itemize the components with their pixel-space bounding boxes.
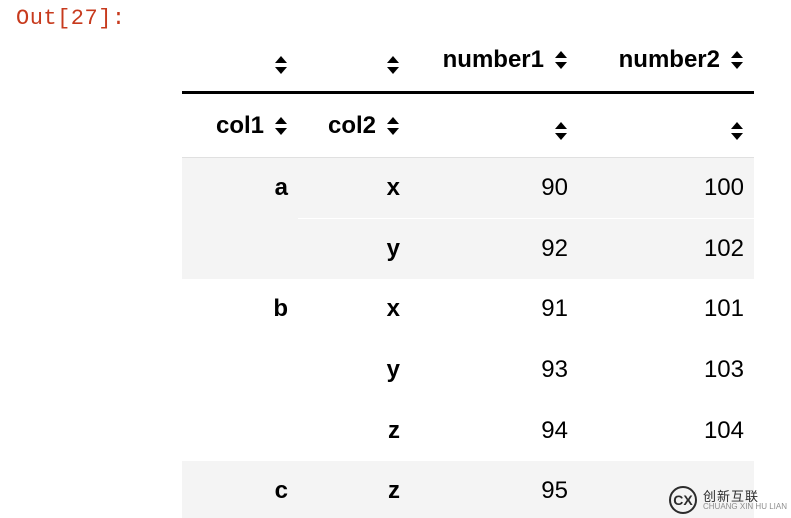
table-body: ax90100y92102bx91101y93103z94104cz95: [182, 158, 754, 518]
index-col1: c: [182, 461, 298, 518]
cell-number2: 100: [578, 158, 754, 219]
table-row: ax90100: [182, 158, 754, 219]
watermark-logo: CX: [669, 486, 697, 514]
cell-number2: 102: [578, 219, 754, 280]
dataframe-table: number1 number2 col1 col2: [182, 28, 754, 518]
cell-number2: 101: [578, 279, 754, 340]
index-col1: a: [182, 158, 298, 219]
index-col1: [182, 401, 298, 462]
header-number1[interactable]: number1: [410, 28, 578, 93]
watermark-title: 创新互联: [703, 490, 787, 503]
sort-icon[interactable]: [730, 50, 744, 70]
index-col2: x: [298, 158, 410, 219]
table-row: y92102: [182, 219, 754, 280]
cell-number2: 104: [578, 401, 754, 462]
table-row: bx91101: [182, 279, 754, 340]
sort-icon[interactable]: [274, 55, 288, 75]
sort-icon[interactable]: [554, 50, 568, 70]
header-blank-0[interactable]: [182, 28, 298, 93]
cell-number2: 103: [578, 340, 754, 401]
header-number2[interactable]: number2: [578, 28, 754, 93]
cell-number1: 90: [410, 158, 578, 219]
dataframe-table-container: number1 number2 col1 col2: [182, 28, 754, 518]
cell-number1: 92: [410, 219, 578, 280]
index-col2: z: [298, 461, 410, 518]
output-prompt: Out[27]:: [16, 6, 126, 31]
header-row-columns: number1 number2: [182, 28, 754, 93]
header-col1[interactable]: col1: [182, 93, 298, 158]
watermark-sub: CHUANG XIN HU LIAN: [703, 503, 787, 511]
sort-icon[interactable]: [730, 121, 744, 141]
index-col1: [182, 340, 298, 401]
index-col1: b: [182, 279, 298, 340]
header-row-index: col1 col2: [182, 93, 754, 158]
header-blank-2[interactable]: [410, 93, 578, 158]
index-col2: y: [298, 219, 410, 280]
watermark: CX 创新互联 CHUANG XIN HU LIAN: [669, 486, 787, 514]
sort-icon[interactable]: [274, 116, 288, 136]
index-col2: x: [298, 279, 410, 340]
index-col2: y: [298, 340, 410, 401]
table-row: z94104: [182, 401, 754, 462]
cell-number1: 94: [410, 401, 578, 462]
header-blank-3[interactable]: [578, 93, 754, 158]
cell-number1: 93: [410, 340, 578, 401]
header-col2[interactable]: col2: [298, 93, 410, 158]
table-row: y93103: [182, 340, 754, 401]
index-col2: z: [298, 401, 410, 462]
cell-number1: 95: [410, 461, 578, 518]
sort-icon[interactable]: [554, 121, 568, 141]
sort-icon[interactable]: [386, 55, 400, 75]
sort-icon[interactable]: [386, 116, 400, 136]
cell-number1: 91: [410, 279, 578, 340]
index-col1: [182, 219, 298, 280]
header-blank-1[interactable]: [298, 28, 410, 93]
